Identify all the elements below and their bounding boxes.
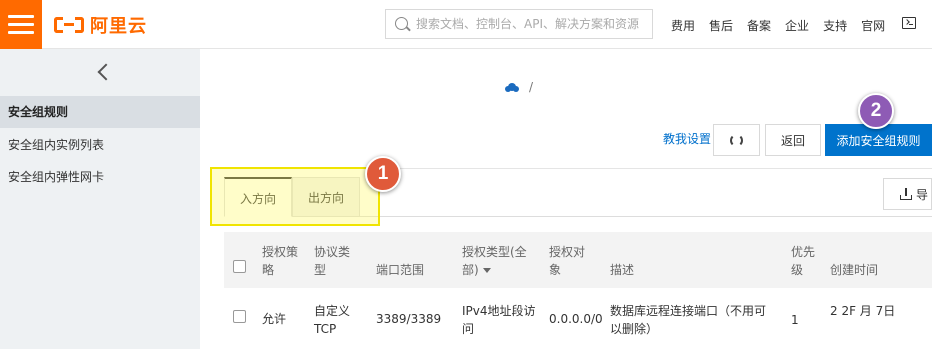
cell-priority: 1 [791, 313, 799, 327]
nav-after-sales[interactable]: 售后 [709, 17, 733, 34]
cell-port-range: 3389/3389 [376, 312, 442, 326]
callout-badge-2: 2 [858, 93, 894, 129]
top-bar: 阿里云 费用 售后 备案 企业 支持 官网 [0, 0, 932, 49]
menu-icon[interactable] [0, 0, 42, 49]
cell-protocol: 自定义 TCP [314, 304, 351, 336]
sidebar-item-elastic-nics[interactable]: 安全组内弹性网卡 [0, 161, 200, 193]
export-button[interactable]: 导 [883, 178, 932, 210]
sidebar-item-instances[interactable]: 安全组内实例列表 [0, 129, 200, 161]
rules-table: 授权策略 协议类型 端口范围 授权类型(全 部) 授权对象 描述 优先级 创建时… [224, 232, 932, 349]
aliyun-logo[interactable]: 阿里云 [54, 12, 147, 38]
refresh-button[interactable] [713, 124, 760, 156]
nav-official-site[interactable]: 官网 [861, 17, 885, 34]
callout-badge-1: 1 [365, 156, 401, 192]
breadcrumb: / [505, 80, 533, 94]
cell-created-time: 2 2F 月 7日 [830, 304, 896, 318]
teach-me-link[interactable]: 教我设置 [663, 130, 711, 147]
tabs-highlight-annotation [210, 167, 380, 226]
cloud-icon[interactable] [505, 82, 519, 92]
breadcrumb-separator: / [529, 80, 534, 94]
search-icon [395, 17, 408, 30]
cell-auth-type: IPv4地址段访问 [462, 304, 536, 336]
logo-icon [54, 15, 84, 35]
search-box[interactable] [385, 9, 653, 39]
cell-auth-object: 0.0.0.0/0 [549, 312, 603, 326]
back-button[interactable]: 返回 [765, 124, 821, 156]
header-protocol: 协议类型 [314, 245, 351, 277]
header-port-range: 端口范围 [376, 263, 425, 277]
search-input[interactable] [416, 14, 648, 34]
header-description: 描述 [610, 263, 635, 277]
table-header: 授权策略 协议类型 端口范围 授权类型(全 部) 授权对象 描述 优先级 创建时… [224, 232, 932, 288]
header-auth-type[interactable]: 授权类型(全 部) [462, 243, 527, 279]
collapse-sidebar-icon[interactable] [95, 61, 113, 85]
cell-policy: 允许 [262, 312, 287, 326]
sidebar: 安全组规则 安全组内实例列表 安全组内弹性网卡 [0, 49, 200, 349]
logo-text: 阿里云 [90, 16, 147, 37]
export-icon [900, 188, 912, 200]
filter-dropdown-icon[interactable] [482, 268, 491, 273]
top-nav: 费用 售后 备案 企业 支持 官网 [671, 17, 899, 34]
nav-support[interactable]: 支持 [823, 17, 847, 34]
refresh-icon [730, 133, 743, 147]
nav-fees[interactable]: 费用 [671, 17, 695, 34]
sidebar-item-security-group-rules[interactable]: 安全组规则 [0, 96, 200, 128]
nav-enterprise[interactable]: 企业 [785, 17, 809, 34]
header-priority: 优先级 [791, 245, 816, 277]
header-policy: 授权策略 [262, 245, 299, 277]
select-all-checkbox[interactable] [233, 260, 246, 273]
cell-description: 数据库远程连接端口（不用可 以删除） [610, 304, 767, 336]
export-label: 导 [916, 187, 929, 202]
header-auth-object: 授权对象 [549, 245, 586, 277]
row-checkbox[interactable] [233, 310, 246, 323]
terminal-icon[interactable] [902, 17, 916, 29]
header-created-time: 创建时间 [830, 263, 879, 277]
nav-icp-filing[interactable]: 备案 [747, 17, 771, 34]
